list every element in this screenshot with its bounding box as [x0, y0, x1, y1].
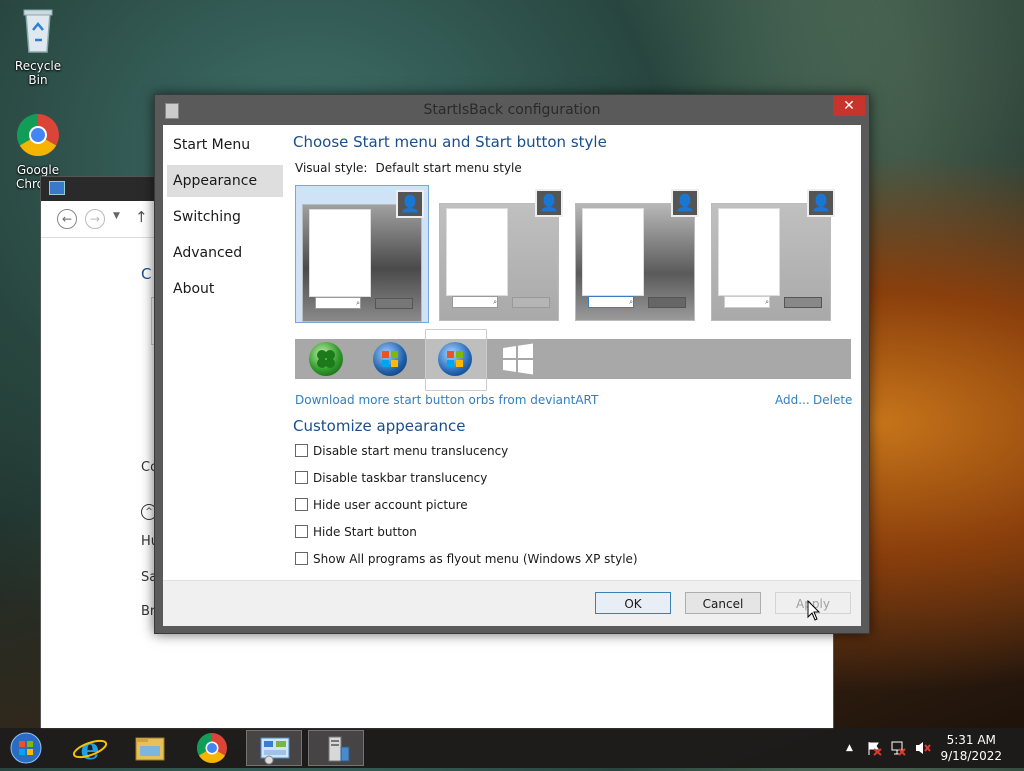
- dialog-title: StartIsBack configuration: [423, 102, 601, 118]
- selected-orb-box[interactable]: [425, 329, 487, 391]
- user-avatar-icon: 👤: [671, 189, 699, 217]
- windows7-orb-icon[interactable]: [373, 342, 407, 376]
- start-orb-selector: [295, 329, 851, 391]
- dialog-footer: OK Cancel Apply: [163, 580, 861, 626]
- visual-style-row: Visual style: Default start menu style: [295, 161, 522, 175]
- action-center-flag-icon[interactable]: [866, 740, 882, 759]
- recycle-bin-label: Recycle Bin: [14, 59, 62, 87]
- option-show-all-programs-flyout[interactable]: Show All programs as flyout menu (Window…: [295, 551, 638, 567]
- style-preview: ⌕: [575, 203, 695, 321]
- startisback-config-dialog: StartIsBack configuration ✕ Start Menu A…: [154, 94, 870, 634]
- customize-heading: Customize appearance: [293, 417, 466, 435]
- network-icon[interactable]: [890, 740, 906, 759]
- style-preview: ⌕: [711, 203, 831, 321]
- taskbar: e ▲ 5:31 AM 9/18/2022: [0, 728, 1024, 768]
- recent-pages-chevron-icon[interactable]: ▼: [113, 211, 120, 221]
- checkbox[interactable]: [295, 471, 308, 484]
- appearance-panel: Choose Start menu and Start button style…: [293, 125, 853, 580]
- user-avatar-icon: 👤: [535, 189, 563, 217]
- app-icon: [165, 103, 179, 119]
- close-button[interactable]: ✕: [833, 96, 865, 116]
- dialog-titlebar[interactable]: StartIsBack configuration ✕: [155, 95, 869, 125]
- taskbar-control-panel[interactable]: [246, 730, 302, 766]
- up-arrow-icon[interactable]: ↑: [135, 208, 148, 226]
- style-thumbnail-4[interactable]: ⌕ 👤: [705, 185, 839, 323]
- user-avatar-icon: 👤: [396, 190, 424, 218]
- nav-item-switching[interactable]: Switching: [167, 201, 283, 233]
- visual-style-label: Visual style:: [295, 161, 368, 175]
- back-arrow-icon[interactable]: ←: [57, 209, 77, 229]
- svg-text:e: e: [80, 732, 99, 766]
- style-heading: Choose Start menu and Start button style: [293, 133, 607, 151]
- user-avatar-icon: 👤: [807, 189, 835, 217]
- monitor-icon: [49, 181, 65, 195]
- taskbar-file-explorer[interactable]: [122, 730, 178, 766]
- volume-muted-icon[interactable]: [914, 740, 932, 759]
- nav-item-start-menu[interactable]: Start Menu: [167, 129, 283, 161]
- chrome-icon: [196, 733, 227, 764]
- windows7-orb-alt-icon: [438, 342, 472, 376]
- add-orb-link[interactable]: Add...: [775, 393, 810, 407]
- control-panel-icon: [260, 737, 290, 765]
- style-preview: ⌕: [302, 204, 422, 322]
- search-icon: ⌕: [724, 296, 770, 308]
- style-thumbnail-2[interactable]: ⌕ 👤: [433, 185, 567, 323]
- chrome-icon: [6, 112, 70, 161]
- nav-item-appearance[interactable]: Appearance: [167, 165, 283, 197]
- checkbox[interactable]: [295, 444, 308, 457]
- clock-date: 9/18/2022: [940, 749, 1002, 763]
- dialog-client-area: Start Menu Appearance Switching Advanced…: [163, 125, 861, 626]
- system-clock[interactable]: 5:31 AM 9/18/2022: [940, 732, 1002, 764]
- close-icon: ✕: [843, 98, 855, 114]
- mouse-cursor-icon: [807, 600, 821, 621]
- search-icon: ⌕: [588, 296, 634, 308]
- visual-style-value: Default start menu style: [375, 161, 522, 175]
- style-thumbnail-3[interactable]: ⌕ 👤: [569, 185, 703, 323]
- download-orbs-link[interactable]: Download more start button orbs from dev…: [295, 393, 598, 407]
- style-preview: ⌕: [439, 203, 559, 321]
- option-disable-taskbar-translucency[interactable]: Disable taskbar translucency: [295, 470, 487, 486]
- search-icon: ⌕: [452, 296, 498, 308]
- file-explorer-icon: [135, 737, 165, 761]
- option-hide-user-account-picture[interactable]: Hide user account picture: [295, 497, 468, 513]
- checkbox[interactable]: [295, 552, 308, 565]
- startisback-config-icon: [328, 736, 350, 762]
- forward-arrow-icon[interactable]: →: [85, 209, 105, 229]
- nav-item-about[interactable]: About: [167, 273, 283, 305]
- taskbar-chrome[interactable]: [184, 730, 240, 766]
- cancel-button[interactable]: Cancel: [685, 592, 761, 614]
- taskbar-internet-explorer[interactable]: e: [62, 730, 118, 767]
- checkbox[interactable]: [295, 498, 308, 511]
- show-hidden-icons-button[interactable]: ▲: [846, 743, 853, 753]
- background-heading-fragment: C: [141, 265, 152, 283]
- nav-item-advanced[interactable]: Advanced: [167, 237, 283, 269]
- windows8-logo-icon[interactable]: [501, 342, 535, 376]
- taskbar-startisback-config[interactable]: [308, 730, 364, 766]
- ok-button[interactable]: OK: [595, 592, 671, 614]
- clover-orb-icon[interactable]: [309, 342, 343, 376]
- option-hide-start-button[interactable]: Hide Start button: [295, 524, 417, 540]
- recycle-bin-desktop-icon[interactable]: Recycle Bin: [6, 6, 70, 87]
- start-orb-icon: [10, 732, 42, 764]
- style-thumbnail-1[interactable]: ⌕ 👤: [295, 185, 429, 323]
- internet-explorer-icon: e: [72, 732, 108, 767]
- start-button[interactable]: [0, 730, 52, 766]
- delete-orb-link[interactable]: Delete: [813, 393, 852, 407]
- search-icon: ⌕: [315, 297, 361, 309]
- option-disable-start-menu-translucency[interactable]: Disable start menu translucency: [295, 443, 508, 459]
- clock-time: 5:31 AM: [946, 733, 996, 747]
- checkbox[interactable]: [295, 525, 308, 538]
- settings-nav: Start Menu Appearance Switching Advanced…: [163, 125, 289, 580]
- recycle-bin-icon: [6, 6, 70, 57]
